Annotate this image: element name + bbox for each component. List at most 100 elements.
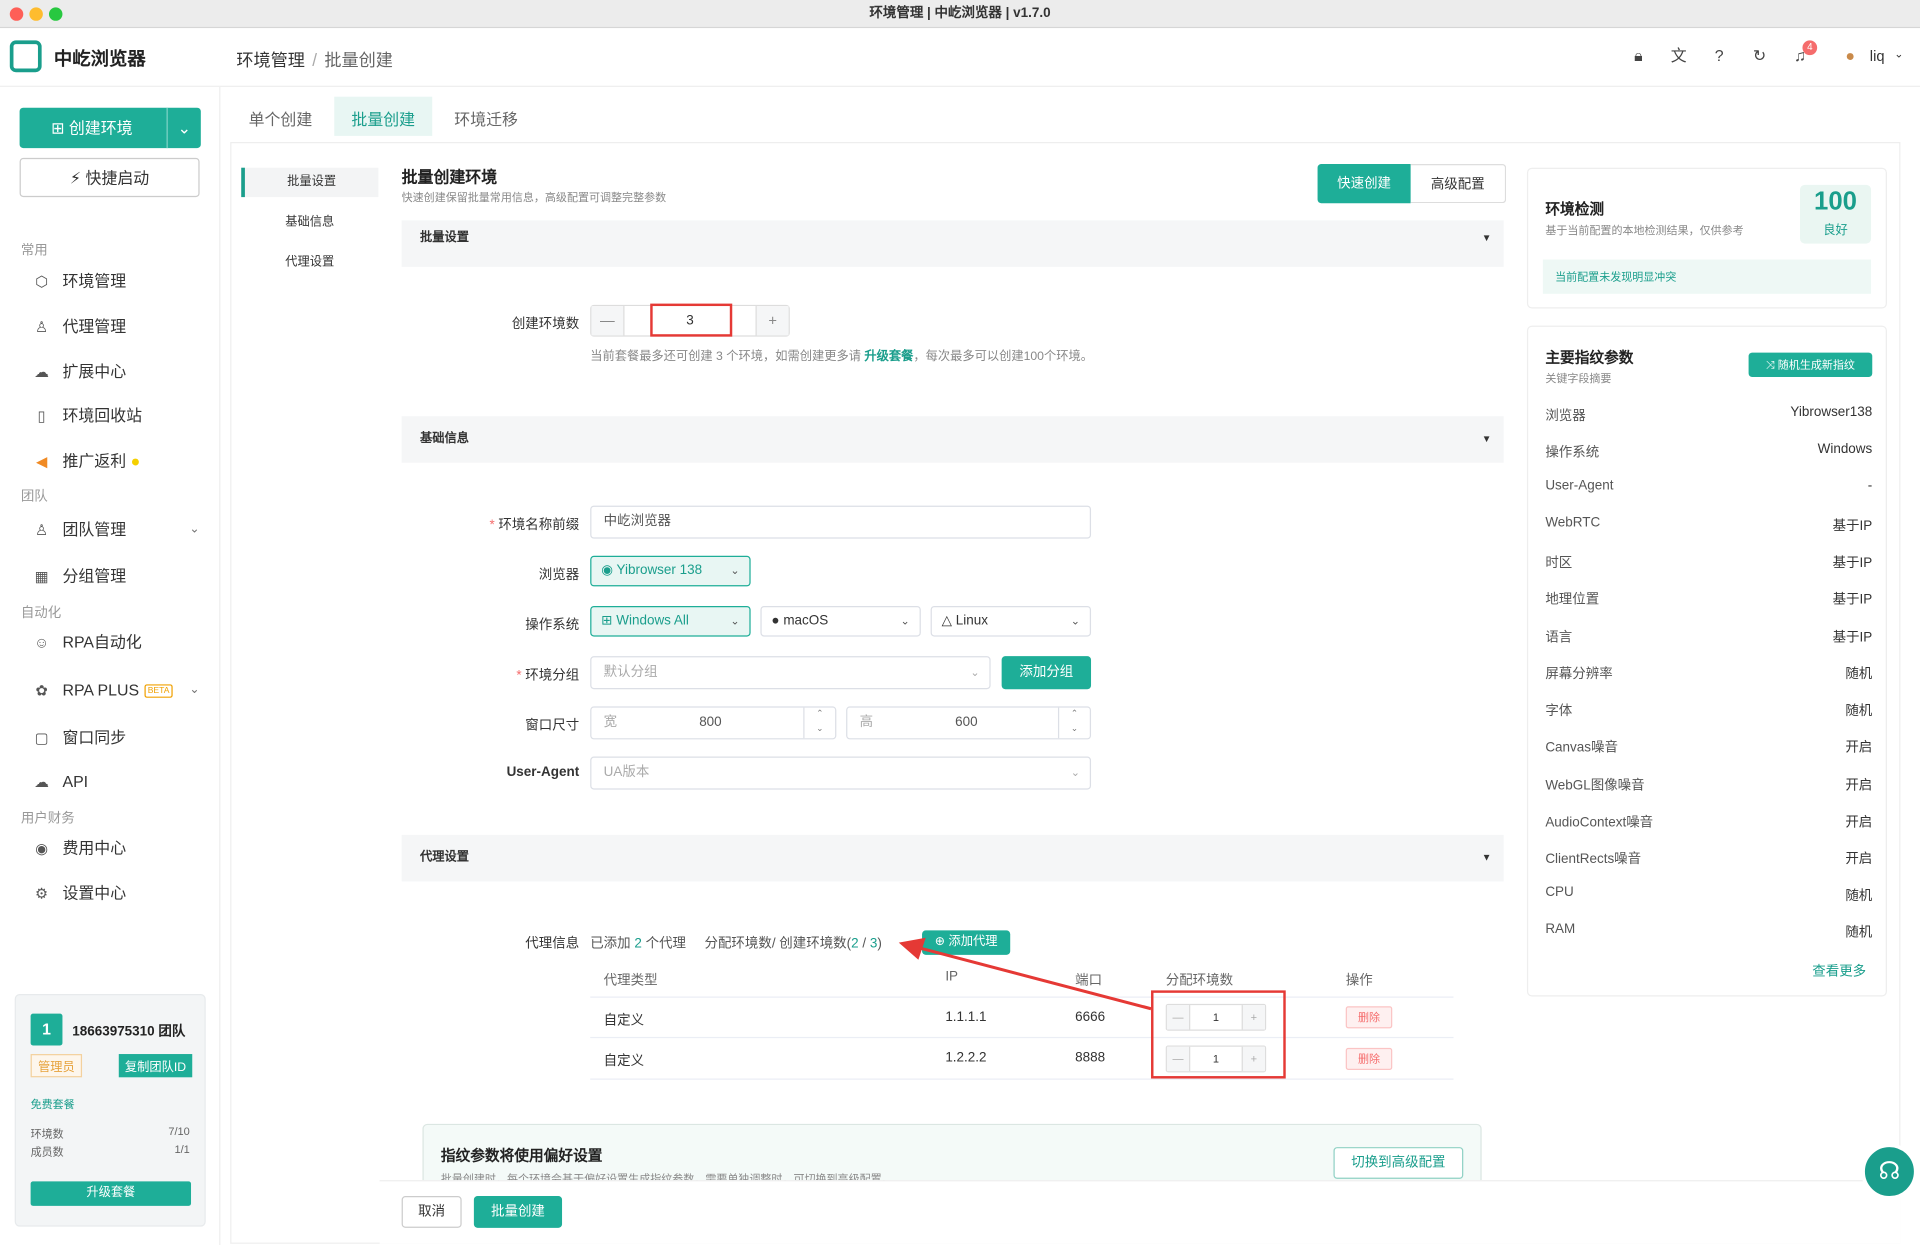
param-row: AudioContext噪音 开启 <box>1545 815 1873 831</box>
group-select[interactable]: 默认分组 ⌄ <box>590 656 991 690</box>
chevron-down-icon[interactable]: ⌄ <box>166 107 201 149</box>
sidebar-item-label: RPA PLUS <box>62 680 140 700</box>
close-window-button[interactable] <box>9 7 24 21</box>
sidebar-item-label: 推广返利 <box>62 451 127 471</box>
height-input[interactable]: 高 600 ⌃ ⌄ <box>846 706 1092 740</box>
batch-create-button[interactable]: 批量创建 <box>473 1196 563 1228</box>
sidebar-item-rpa-plus[interactable]: ✿ RPA PLUS BETA ⌄ <box>32 672 210 709</box>
create-env-button[interactable]: ⊞ 创建环境 ⌄ <box>19 107 201 149</box>
ua-select[interactable]: UA版本 ⌄ <box>590 756 1092 790</box>
linux-icon: △ <box>941 613 956 629</box>
os-linux-select[interactable]: △ Linux ⌄ <box>930 605 1092 637</box>
view-more-link[interactable]: 查看更多 <box>1812 961 1866 981</box>
group-label-team: 团队 <box>20 489 48 505</box>
chevron-down-icon: ⌄ <box>189 522 200 537</box>
add-group-button[interactable]: 添加分组 <box>1001 656 1092 690</box>
group-label-auto: 自动化 <box>20 605 62 621</box>
customer-service-icon[interactable]: ☊ <box>1861 1143 1918 1200</box>
anchor-proxy[interactable]: 代理设置 <box>241 249 378 278</box>
breadcrumb-parent[interactable]: 环境管理 <box>236 50 305 70</box>
row2-delete-button[interactable]: 删除 <box>1345 1047 1393 1070</box>
os-label: 操作系统 <box>525 618 580 633</box>
minimize-window-button[interactable] <box>29 7 43 21</box>
section-batch-header[interactable]: 批量设置 ▼ <box>401 220 1504 267</box>
section-basic-header[interactable]: 基础信息 ▼ <box>401 416 1504 463</box>
param-row: WebGL图像噪音 开启 <box>1545 778 1873 794</box>
tab-migrate[interactable]: 环境迁移 <box>454 107 518 136</box>
sidebar-item-extensions[interactable]: ☁ 扩展中心 <box>32 354 210 391</box>
width-spinner[interactable]: ⌃ ⌄ <box>803 707 835 739</box>
cancel-button[interactable]: 取消 <box>401 1196 462 1228</box>
env-check-title: 环境检测 <box>1545 200 1605 218</box>
help-icon[interactable]: ? <box>1708 45 1730 67</box>
sidebar-item-label: 分组管理 <box>62 566 127 586</box>
notification-badge: 4 <box>1802 40 1818 56</box>
quick-create-toggle[interactable]: 快速创建 <box>1317 164 1411 204</box>
proxy-info-summary: 已添加 2 个代理 分配环境数/ 创建环境数(2 / 3) <box>590 936 882 952</box>
os-value: Linux <box>955 613 988 629</box>
sidebar-item-team[interactable]: ♙ 团队管理 ⌄ <box>32 512 210 549</box>
switch-advanced-button[interactable]: 切换到高级配置 <box>1333 1147 1464 1179</box>
breadcrumb: 环境管理 / 批量创建 <box>236 48 393 72</box>
tab-batch[interactable]: 批量创建 <box>351 107 415 136</box>
avatar[interactable]: ● <box>1839 45 1861 67</box>
sidebar-item-sync[interactable]: ▢ 窗口同步 <box>32 720 210 757</box>
fingerprint-card: 主要指纹参数 关键字段摘要 ⤨ 随机生成新指纹 浏览器 Yibrowser138 … <box>1526 325 1887 997</box>
random-fingerprint-button[interactable]: ⤨ 随机生成新指纹 <box>1748 352 1873 378</box>
param-row: 操作系统 Windows <box>1545 441 1873 461</box>
sidebar-item-label: 扩展中心 <box>62 362 127 381</box>
sidebar-item-groups[interactable]: ▦ 分组管理 <box>32 558 210 595</box>
top-bar: 中屹浏览器 环境管理 / 批量创建 🔒︎ 文 ? ↻ ♫ 4 ● liq ⌄ <box>0 28 1920 87</box>
row2-ip: 1.2.2.2 <box>945 1050 987 1066</box>
beta-badge: BETA <box>144 684 174 698</box>
user-name[interactable]: liq <box>1870 48 1885 65</box>
os-mac-select[interactable]: ● macOS ⌄ <box>760 605 921 637</box>
sidebar-item-proxy[interactable]: ♙ 代理管理 <box>32 308 210 345</box>
create-env-label: 创建环境 <box>68 118 133 138</box>
width-input[interactable]: 宽 800 ⌃ ⌄ <box>590 706 837 740</box>
section-proxy-header[interactable]: 代理设置 ▼ <box>401 834 1504 882</box>
height-spinner[interactable]: ⌃ ⌄ <box>1057 707 1090 739</box>
increment-button[interactable]: + <box>755 306 789 336</box>
anchor-batch[interactable]: 批量设置 <box>241 167 379 198</box>
refresh-icon[interactable]: ↻ <box>1749 45 1771 67</box>
sidebar-item-label: API <box>62 772 89 791</box>
param-row: Canvas噪音 开启 <box>1545 740 1873 756</box>
sidebar-item-fee[interactable]: ◉ 费用中心 <box>32 830 210 867</box>
group-label: * 环境分组 <box>516 668 580 684</box>
sidebar-item-promo[interactable]: ◀ 推广返利 ● <box>32 443 210 480</box>
count-hint: 当前套餐最多还可创建 3 个环境，如需创建更多请 升级套餐，每次最多可以创建10… <box>590 345 1093 363</box>
quick-launch-button[interactable]: ⚡︎ 快捷启动 <box>19 157 200 198</box>
browser-select[interactable]: ◉ Yibrowser 138 ⌄ <box>590 555 751 587</box>
quick-launch-label: 快捷启动 <box>85 168 150 188</box>
check-ok-message: 当前配置未发现明显冲突 <box>1542 259 1872 294</box>
sidebar-item-api[interactable]: ☁ API <box>32 764 210 801</box>
proxy-info-label: 代理信息 <box>525 936 580 952</box>
maximize-window-button[interactable] <box>48 7 63 21</box>
decrement-button[interactable]: — <box>591 306 625 336</box>
upgrade-link[interactable]: 升级套餐 <box>864 350 913 363</box>
upgrade-plan-button[interactable]: 升级套餐 <box>30 1181 192 1206</box>
fingerprint-title: 主要指纹参数 <box>1545 348 1634 367</box>
name-prefix-input[interactable]: 中屹浏览器 <box>590 505 1092 539</box>
lock-icon[interactable]: 🔒︎ <box>1627 45 1649 67</box>
sidebar-item-env[interactable]: ⬡ 环境管理 <box>32 263 210 300</box>
chevron-down-icon[interactable]: ⌄ <box>1894 48 1903 61</box>
sidebar-item-recycle[interactable]: ▯ 环境回收站 <box>32 398 210 435</box>
translate-icon[interactable]: 文 <box>1668 45 1690 67</box>
sidebar-item-rpa[interactable]: ☺ RPA自动化 <box>32 624 210 661</box>
tab-single[interactable]: 单个创建 <box>249 107 313 136</box>
anchor-basic[interactable]: 基础信息 <box>241 208 378 237</box>
width-value: 800 <box>699 714 722 730</box>
param-row: ClientRects噪音 开启 <box>1545 852 1873 867</box>
copy-team-id-button[interactable]: 复制团队ID <box>118 1054 193 1078</box>
advanced-config-toggle[interactable]: 高级配置 <box>1410 164 1507 204</box>
sidebar-item-label: RPA自动化 <box>62 632 142 652</box>
apple-icon: ● <box>771 613 784 629</box>
chevron-down-icon: ⌄ <box>1070 614 1081 627</box>
os-windows-select[interactable]: ⊞ Windows All ⌄ <box>590 605 751 637</box>
sidebar-item-label: 团队管理 <box>62 520 127 539</box>
random-fingerprint-label: 随机生成新指纹 <box>1777 358 1855 371</box>
sidebar-item-settings[interactable]: ⚙︎ 设置中心 <box>32 875 210 912</box>
row1-delete-button[interactable]: 删除 <box>1345 1006 1393 1029</box>
